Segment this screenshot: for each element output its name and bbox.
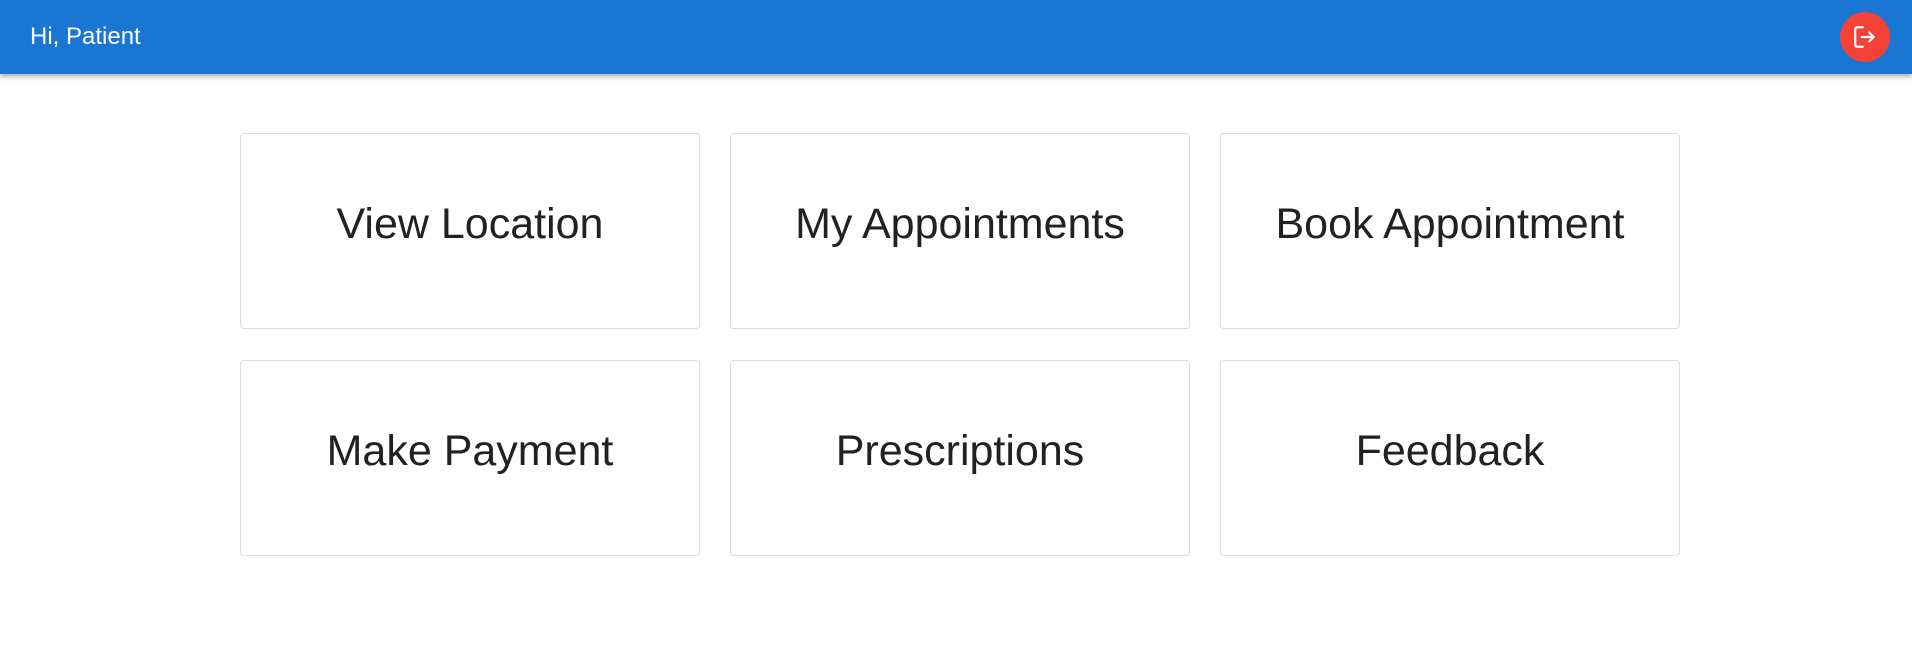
prescriptions-card[interactable]: Prescriptions <box>730 360 1190 556</box>
card-label: My Appointments <box>795 199 1125 248</box>
logout-icon <box>1852 24 1878 50</box>
my-appointments-card[interactable]: My Appointments <box>730 133 1190 329</box>
card-label: View Location <box>336 199 604 248</box>
make-payment-card[interactable]: Make Payment <box>240 360 700 556</box>
card-label: Make Payment <box>326 426 614 475</box>
card-label: Feedback <box>1355 426 1545 475</box>
book-appointment-card[interactable]: Book Appointment <box>1220 133 1680 329</box>
greeting-text: Hi, Patient <box>30 23 141 50</box>
dashboard-grid: View Location My Appointments Book Appoi… <box>240 133 1680 556</box>
view-location-card[interactable]: View Location <box>240 133 700 329</box>
card-label: Book Appointment <box>1275 199 1625 248</box>
card-label: Prescriptions <box>835 426 1085 475</box>
feedback-card[interactable]: Feedback <box>1220 360 1680 556</box>
app-header: Hi, Patient <box>0 0 1912 74</box>
logout-button[interactable] <box>1840 12 1890 62</box>
